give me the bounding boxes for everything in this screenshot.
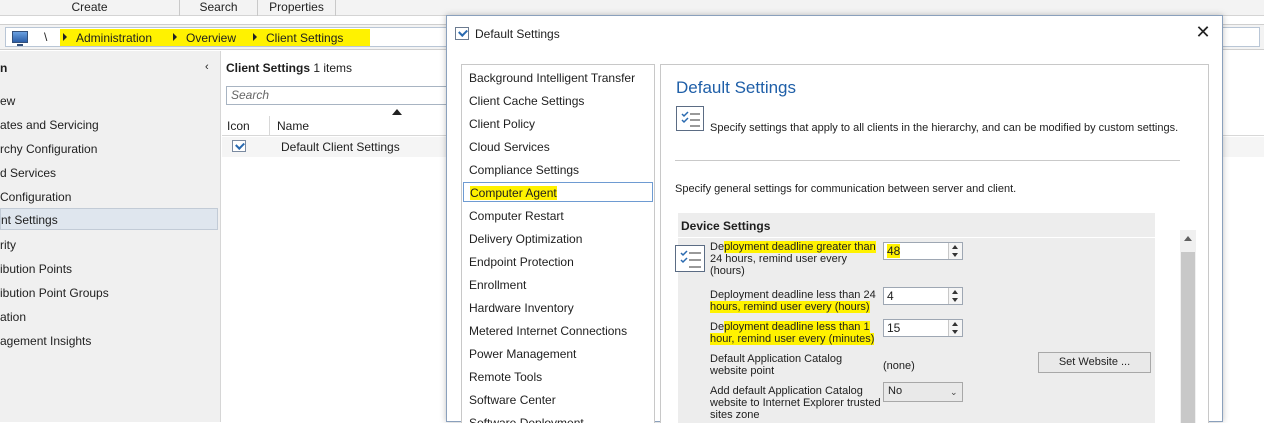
- column-header-icon[interactable]: Icon: [227, 119, 250, 133]
- content-subheading: Specify general settings for communicati…: [675, 183, 1017, 195]
- category-endpoint-protection[interactable]: Endpoint Protection: [463, 252, 653, 272]
- scrollbar[interactable]: [1180, 230, 1196, 423]
- ie-zone-label: Add default Application Catalog website …: [710, 385, 881, 421]
- category-software-center[interactable]: Software Center: [463, 390, 653, 410]
- sort-ascending-icon: [392, 109, 402, 115]
- default-settings-dialog: Default Settings ✕ Background Intelligen…: [446, 15, 1223, 423]
- dialog-title: Default Settings: [475, 27, 560, 41]
- stepper-value[interactable]: 15: [887, 321, 900, 335]
- settings-content-panel: Default Settings Specify settings that a…: [660, 64, 1209, 423]
- label-post: 24 hours, remind user every (hours): [710, 253, 847, 277]
- ie-zone-select[interactable]: No ⌄: [883, 382, 963, 402]
- category-cloud-services[interactable]: Cloud Services: [463, 137, 653, 157]
- list-title: Client Settings 1 items: [226, 61, 352, 75]
- content-title: Default Settings: [676, 78, 797, 97]
- column-divider[interactable]: [269, 116, 270, 136]
- label-pre: De: [710, 321, 725, 333]
- list-count: 1 items: [313, 61, 353, 75]
- nav-item-management-insights[interactable]: agement Insights: [0, 330, 218, 352]
- ribbon-tab-create[interactable]: Create: [0, 0, 180, 16]
- breadcrumb-arrow-icon: [253, 33, 257, 41]
- nav-item-migration[interactable]: ation: [0, 306, 218, 328]
- console-icon: [12, 31, 28, 46]
- label-pre: De: [710, 241, 725, 253]
- category-client-policy[interactable]: Client Policy: [463, 114, 653, 134]
- search-input[interactable]: Search: [226, 86, 456, 105]
- nav-item-site-configuration[interactable]: Configuration: [0, 186, 218, 208]
- breadcrumb-arrow-icon: [173, 33, 177, 41]
- category-computer-agent-label: Computer Agent: [470, 186, 557, 200]
- checklist-icon: [676, 106, 704, 131]
- divider: [678, 237, 1155, 238]
- divider: [675, 160, 1180, 161]
- collapse-icon[interactable]: ‹: [205, 61, 209, 73]
- nav-item-hierarchy-configuration[interactable]: rchy Configuration: [0, 138, 218, 160]
- close-icon[interactable]: ✕: [1192, 22, 1214, 44]
- label-highlight: ployment deadline greater than: [724, 241, 876, 253]
- scroll-up-icon[interactable]: [1184, 236, 1192, 241]
- setting-label-deadline-lt-1h: Deployment deadline less than 1 hour, re…: [710, 321, 882, 345]
- nav-item-distribution-points[interactable]: ibution Points: [0, 258, 218, 280]
- category-computer-agent[interactable]: Computer Agent: [463, 182, 653, 202]
- client-settings-icon: [232, 140, 246, 152]
- scroll-thumb[interactable]: [1181, 252, 1195, 423]
- ribbon-tabs: Create Search Properties: [0, 0, 1264, 16]
- nav-item-client-settings[interactable]: nt Settings: [0, 208, 218, 230]
- breadcrumb-client-settings[interactable]: Client Settings: [266, 31, 343, 45]
- nav-header: n: [0, 61, 8, 75]
- label-pre: Deployment deadline less than 24: [710, 289, 876, 301]
- label-highlight: hours, remind user every (hours): [710, 301, 870, 313]
- device-settings-panel: Device Settings Deployment deadline grea…: [675, 213, 1155, 423]
- category-compliance-settings[interactable]: Compliance Settings: [463, 160, 653, 180]
- setting-label-deadline-lt-24h: Deployment deadline less than 24 hours, …: [710, 289, 882, 313]
- category-enrollment[interactable]: Enrollment: [463, 275, 653, 295]
- content-description: Specify settings that apply to all clien…: [710, 122, 1179, 134]
- stepper-value[interactable]: 48: [887, 244, 901, 258]
- nav-item-overview[interactable]: ew: [0, 90, 218, 112]
- list-title-text: Client Settings: [226, 61, 311, 75]
- select-value: No: [888, 385, 903, 397]
- category-delivery-optimization[interactable]: Delivery Optimization: [463, 229, 653, 249]
- stepper-value[interactable]: 4: [887, 289, 894, 303]
- ribbon-tab-search[interactable]: Search: [180, 0, 258, 16]
- catalog-value: (none): [883, 360, 915, 372]
- dialog-titlebar[interactable]: Default Settings ✕: [447, 16, 1222, 52]
- nav-item-updates-servicing[interactable]: ates and Servicing: [0, 114, 218, 136]
- category-client-cache-settings[interactable]: Client Cache Settings: [463, 91, 653, 111]
- settings-icon: [455, 27, 469, 40]
- catalog-label: Default Application Catalog website poin…: [710, 353, 843, 377]
- breadcrumb-overview[interactable]: Overview: [186, 31, 236, 45]
- settings-category-list: Background Intelligent Transfer Client C…: [461, 64, 655, 423]
- spin-arrows-icon[interactable]: [948, 320, 962, 336]
- row-name: Default Client Settings: [281, 140, 400, 154]
- section-header: Device Settings: [681, 219, 771, 233]
- category-hardware-inventory[interactable]: Hardware Inventory: [463, 298, 653, 318]
- nav-item-security[interactable]: rity: [0, 234, 218, 256]
- category-metered-internet-connections[interactable]: Metered Internet Connections: [463, 321, 653, 341]
- nav-item-distribution-point-groups[interactable]: ibution Point Groups: [0, 282, 218, 304]
- category-power-management[interactable]: Power Management: [463, 344, 653, 364]
- navigation-pane: n ‹ ew ates and Servicing rchy Configura…: [0, 51, 221, 422]
- nav-item-cloud-services[interactable]: d Services: [0, 162, 218, 184]
- column-header-name[interactable]: Name: [277, 119, 309, 133]
- deadline-lt-24h-stepper[interactable]: 4: [883, 287, 963, 305]
- breadcrumb-root[interactable]: \: [44, 30, 47, 44]
- ribbon-tab-properties[interactable]: Properties: [258, 0, 336, 16]
- category-remote-tools[interactable]: Remote Tools: [463, 367, 653, 387]
- breadcrumb-administration[interactable]: Administration: [76, 31, 152, 45]
- label-highlight: ployment deadline less than 1 hour, remi…: [710, 321, 875, 345]
- spin-arrows-icon[interactable]: [948, 288, 962, 304]
- set-website-button[interactable]: Set Website ...: [1038, 352, 1151, 373]
- category-computer-restart[interactable]: Computer Restart: [463, 206, 653, 226]
- category-background-intelligent-transfer[interactable]: Background Intelligent Transfer: [463, 68, 653, 88]
- spin-arrows-icon[interactable]: [948, 243, 962, 259]
- deadline-lt-1h-stepper[interactable]: 15: [883, 319, 963, 337]
- breadcrumb-arrow-icon: [63, 33, 67, 41]
- chevron-down-icon: ⌄: [950, 387, 958, 397]
- checklist-icon: [675, 245, 705, 272]
- deadline-gt-24h-stepper[interactable]: 48: [883, 242, 963, 260]
- setting-label-deadline-gt-24h: Deployment deadline greater than 24 hour…: [710, 241, 882, 277]
